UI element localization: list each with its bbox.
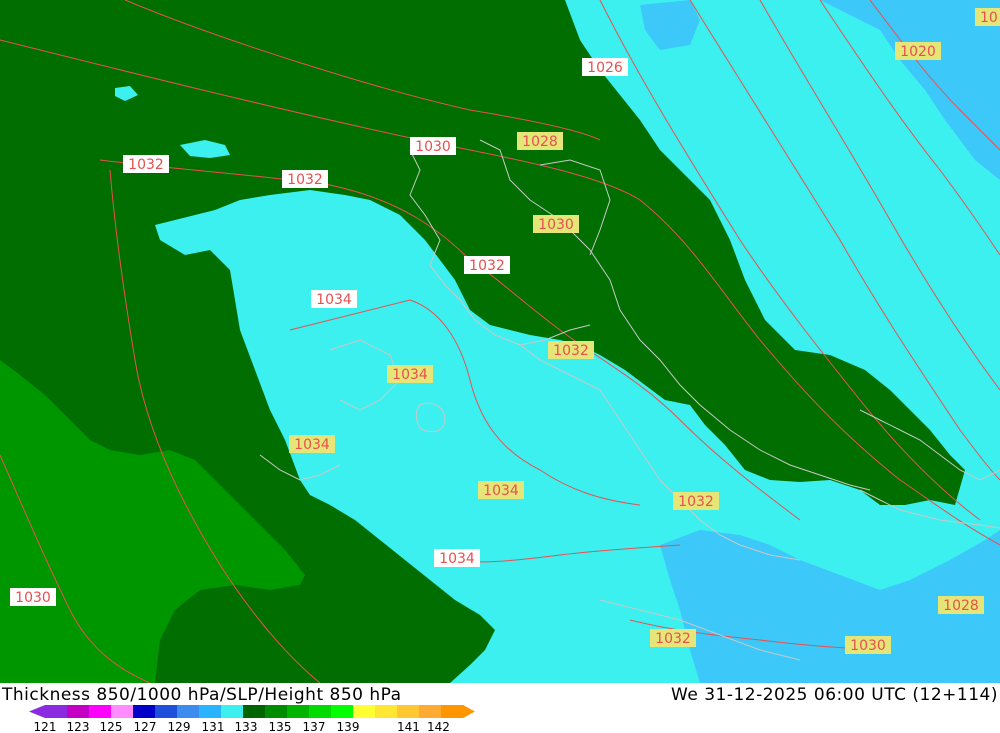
legend-swatch [199, 705, 222, 718]
svg-text:1032: 1032 [655, 631, 691, 647]
legend-swatch [89, 705, 112, 718]
svg-text:1032: 1032 [287, 172, 323, 188]
contour-label: 1034 [387, 365, 433, 383]
svg-text:10: 10 [980, 10, 998, 26]
info-bar: Thickness 850/1000 hPa/SLP/Height 850 hP… [0, 683, 1000, 733]
svg-text:1030: 1030 [415, 139, 451, 155]
contour-label: 1030 [533, 215, 579, 233]
legend-tick-label: 125 [100, 720, 123, 733]
valid-time: We 31-12-2025 06:00 UTC (12+114) [671, 685, 998, 705]
legend-tick-label: 121 [34, 720, 57, 733]
svg-text:1030: 1030 [538, 217, 574, 233]
legend-arrow-right [463, 705, 475, 718]
legend-tick-label: 129 [168, 720, 191, 733]
contour-label: 1026 [582, 58, 628, 76]
legend-swatch [353, 705, 376, 718]
legend-tick-label: 142 [427, 720, 450, 733]
contour-label: 1032 [548, 341, 594, 359]
legend-tick-label: 123 [67, 720, 90, 733]
legend-swatch [243, 705, 266, 718]
map-canvas: 1026 1020 10 1030 1028 1032 1032 1030 10… [0, 0, 1000, 683]
legend-swatch [221, 705, 244, 718]
svg-text:1028: 1028 [522, 134, 558, 150]
contour-label: 1032 [673, 492, 719, 510]
legend-tick-label: 139 [337, 720, 360, 733]
contour-label: 1034 [289, 435, 335, 453]
legend-color-bar [29, 705, 475, 718]
contour-label: 1034 [434, 549, 480, 567]
svg-text:1034: 1034 [439, 551, 475, 567]
svg-text:1034: 1034 [483, 483, 519, 499]
contour-label: 1028 [517, 132, 563, 150]
legend-swatch [177, 705, 200, 718]
contour-label: 1030 [845, 636, 891, 654]
legend-tick-label: 135 [269, 720, 292, 733]
svg-text:1026: 1026 [587, 60, 623, 76]
svg-text:1020: 1020 [900, 44, 936, 60]
legend-swatch [375, 705, 398, 718]
legend-swatch [133, 705, 156, 718]
contour-label: 1034 [478, 481, 524, 499]
product-title: Thickness 850/1000 hPa/SLP/Height 850 hP… [2, 685, 402, 705]
legend-swatch [67, 705, 90, 718]
legend-arrow-left [29, 705, 45, 718]
svg-text:1034: 1034 [392, 367, 428, 383]
legend-swatch [265, 705, 288, 718]
thickness-map: 1026 1020 10 1030 1028 1032 1032 1030 10… [0, 0, 1000, 683]
legend-swatch [287, 705, 310, 718]
contour-label: 1032 [464, 256, 510, 274]
color-legend: 121 123 125 127 129 131 133 135 137 139 141 142 [29, 705, 475, 733]
svg-text:1032: 1032 [128, 157, 164, 173]
legend-swatch [397, 705, 420, 718]
svg-text:1034: 1034 [316, 292, 352, 308]
svg-text:1028: 1028 [943, 598, 979, 614]
contour-label: 1032 [282, 170, 328, 188]
contour-label: 10 [975, 8, 1000, 26]
legend-swatch [441, 705, 464, 718]
legend-tick-label: 127 [134, 720, 157, 733]
contour-label: 1020 [895, 42, 941, 60]
svg-text:1032: 1032 [678, 494, 714, 510]
svg-text:1034: 1034 [294, 437, 330, 453]
contour-label: 1028 [938, 596, 984, 614]
contour-label: 1032 [123, 155, 169, 173]
contour-label: 1030 [10, 588, 56, 606]
contour-label: 1034 [311, 290, 357, 308]
legend-swatch [309, 705, 332, 718]
legend-tick-label: 137 [303, 720, 326, 733]
legend-swatch [155, 705, 178, 718]
legend-tick-label: 131 [202, 720, 225, 733]
legend-swatch [45, 705, 68, 718]
legend-swatch [419, 705, 442, 718]
contour-label: 1030 [410, 137, 456, 155]
svg-text:1032: 1032 [469, 258, 505, 274]
contour-label: 1032 [650, 629, 696, 647]
legend-swatch [111, 705, 134, 718]
svg-text:1030: 1030 [15, 590, 51, 606]
svg-text:1032: 1032 [553, 343, 589, 359]
legend-swatch [331, 705, 354, 718]
svg-text:1030: 1030 [850, 638, 886, 654]
legend-tick-label: 133 [235, 720, 258, 733]
legend-tick-labels: 121 123 125 127 129 131 133 135 137 139 141 142 [34, 720, 450, 733]
legend-tick-label: 141 [397, 720, 420, 733]
